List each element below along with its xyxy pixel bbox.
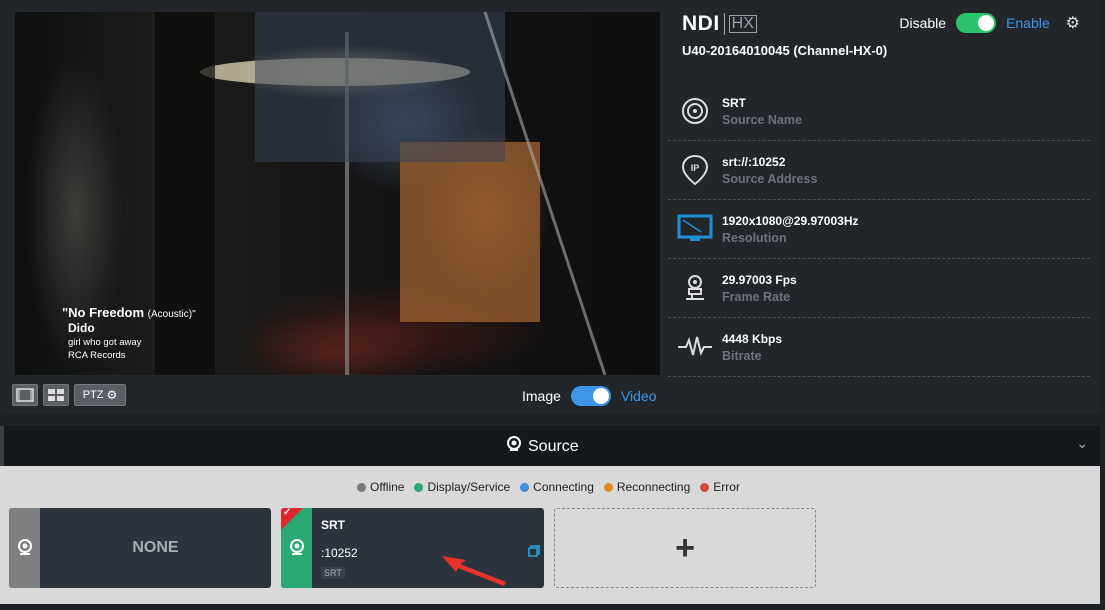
song-label: RCA Records	[68, 350, 126, 361]
ndi-logo-text: NDI	[682, 12, 720, 35]
source-title: Source	[506, 436, 579, 457]
bottom-strip	[0, 604, 1105, 610]
video-label[interactable]: Video	[621, 388, 657, 404]
card-status-strip	[9, 508, 40, 588]
webcam-icon	[17, 539, 32, 555]
video-preview[interactable]: "No Freedom (Acoustic)" Dido girl who go…	[15, 12, 660, 375]
grid-view-icon	[48, 389, 64, 401]
annotation-arrow-icon	[442, 556, 506, 586]
info-row-source-name: SRT Source Name	[668, 82, 1090, 141]
source-name-value: SRT	[722, 96, 746, 110]
resolution-key: Resolution	[722, 231, 787, 245]
status-legend: Offline Display/Service Connecting Recon…	[357, 480, 740, 494]
checkmark-icon: ✓	[283, 508, 292, 518]
disable-label[interactable]: Disable	[899, 15, 946, 31]
svg-text:IP: IP	[691, 163, 700, 173]
info-row-bitrate: 4448 Kbps Bitrate	[668, 318, 1090, 377]
ip-pin-icon: IP	[676, 153, 714, 187]
srt-card-name: SRT	[321, 518, 345, 532]
info-row-frame-rate: 29.97003 Fps Frame Rate	[668, 259, 1090, 318]
source-card-none[interactable]: NONE	[9, 508, 271, 588]
settings-gear-icon[interactable]: ⚙	[1066, 13, 1080, 33]
logo-divider	[723, 13, 725, 35]
song-title: "No Freedom	[62, 305, 145, 320]
bitrate-value: 4448 Kbps	[722, 332, 783, 346]
add-source-button[interactable]: +	[554, 508, 816, 588]
source-list: Offline Display/Service Connecting Recon…	[0, 466, 1100, 604]
enable-switch[interactable]	[956, 13, 997, 33]
legend-label: Display/Service	[427, 480, 511, 494]
image-video-switch[interactable]	[570, 386, 611, 406]
display-dot	[414, 482, 424, 492]
legend-offline: Offline	[357, 480, 404, 494]
hx-logo-text: HX	[728, 15, 757, 33]
info-row-resolution: 1920x1080@29.97003Hz Resolution	[668, 200, 1090, 259]
webcam-icon	[506, 436, 522, 457]
ptz-gear-icon: ⚙	[106, 388, 118, 402]
reconnecting-dot	[603, 482, 613, 492]
song-subtitle: (Acoustic)"	[147, 309, 196, 320]
legend-label: Error	[713, 480, 740, 494]
single-view-button[interactable]	[12, 384, 38, 406]
legend-reconnecting: Reconnecting	[603, 480, 691, 494]
chevron-down-icon[interactable]: ⌄	[1076, 435, 1088, 452]
frame-rate-icon	[676, 271, 714, 305]
image-video-toggle: Image Video	[522, 386, 656, 406]
legend-label: Connecting	[533, 480, 594, 494]
srt-protocol-badge: SRT	[321, 567, 345, 579]
enable-toggle: Disable Enable ⚙	[899, 13, 1080, 33]
bitrate-key: Bitrate	[722, 349, 762, 363]
webcam-icon	[289, 539, 304, 555]
resolution-value: 1920x1080@29.97003Hz	[722, 214, 859, 228]
single-view-icon	[16, 388, 34, 402]
image-label: Image	[522, 388, 561, 404]
source-name-key: Source Name	[722, 113, 802, 127]
grid-view-button[interactable]	[43, 384, 69, 406]
source-section-header[interactable]: Source ⌄	[0, 426, 1100, 466]
song-overlay: "No Freedom (Acoustic)" Dido girl who go…	[62, 305, 196, 361]
video-toolbar: PTZ ⚙	[12, 384, 126, 406]
legend-display: Display/Service	[414, 480, 510, 494]
none-label: NONE	[132, 539, 179, 556]
enable-label[interactable]: Enable	[1006, 15, 1050, 31]
song-artist: Dido	[68, 321, 95, 335]
preview-panel: "No Freedom (Acoustic)" Dido girl who go…	[0, 0, 1100, 414]
ndi-hx-logo: NDI HX	[682, 12, 757, 36]
target-icon	[676, 94, 714, 128]
song-album: girl who got away	[68, 337, 142, 348]
device-name: U40-20164010045 (Channel-HX-0)	[682, 43, 888, 58]
frame-rate-key: Frame Rate	[722, 290, 791, 304]
ptz-label: PTZ	[82, 389, 104, 401]
offline-dot	[357, 482, 366, 492]
legend-connecting: Connecting	[520, 480, 594, 494]
error-dot	[700, 482, 710, 492]
info-panel: NDI HX U40-20164010045 (Channel-HX-0) Di…	[668, 0, 1090, 414]
switch-knob	[592, 388, 609, 404]
connecting-dot	[520, 482, 530, 492]
legend-label: Reconnecting	[616, 480, 691, 494]
ptz-button[interactable]: PTZ ⚙	[74, 384, 126, 406]
source-address-value: srt://:10252	[722, 155, 786, 169]
enable-switch-knob	[978, 15, 995, 31]
info-row-source-address: IP srt://:10252 Source Address	[668, 141, 1090, 200]
pulse-icon	[676, 330, 714, 364]
legend-label: Offline	[370, 480, 405, 494]
source-title-text: Source	[528, 437, 579, 455]
srt-card-address: :10252	[321, 546, 358, 560]
source-address-key: Source Address	[722, 172, 818, 186]
frame-rate-value: 29.97003 Fps	[722, 273, 797, 287]
monitor-icon	[676, 212, 714, 246]
copy-icon[interactable]	[528, 544, 540, 562]
legend-error: Error	[700, 480, 740, 494]
